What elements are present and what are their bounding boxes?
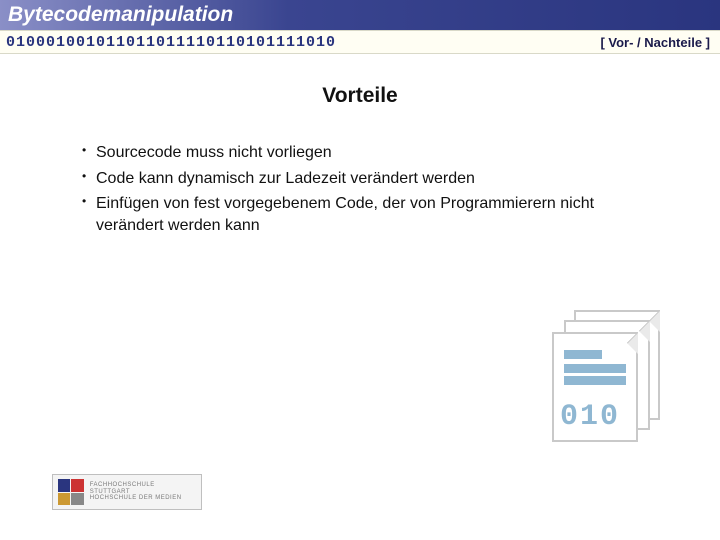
list-item: Sourcecode muss nicht vorliegen [82,142,660,164]
content-area: Vorteile Sourcecode muss nicht vorliegen… [0,54,720,236]
footer-logo: FACHHOCHSCHULE STUTTGART HOCHSCHULE DER … [52,474,202,510]
documents-icon: 010 [540,310,660,440]
content-heading: Vorteile [60,84,660,108]
logo-mark-icon [58,479,84,505]
bullet-list: Sourcecode muss nicht vorliegen Code kan… [60,142,660,236]
logo-line-2: HOCHSCHULE DER MEDIEN [90,495,196,502]
page-digits: 010 [560,400,620,434]
binary-decoration: 010001001011011011110110101111010 [6,34,336,51]
slide: Bytecodemanipulation 0100010010110110111… [0,0,720,540]
logo-text: FACHHOCHSCHULE STUTTGART HOCHSCHULE DER … [90,482,196,502]
page-front: 010 [552,332,638,442]
title-band: Bytecodemanipulation [0,0,720,30]
section-label: [ Vor- / Nachteile ] [600,35,710,50]
list-item: Einfügen von fest vorgegebenem Code, der… [82,193,660,236]
slide-title: Bytecodemanipulation [8,3,233,27]
list-item: Code kann dynamisch zur Ladezeit verände… [82,168,660,190]
logo-line-1: FACHHOCHSCHULE STUTTGART [90,482,196,495]
sub-band: 010001001011011011110110101111010 [ Vor-… [0,30,720,54]
